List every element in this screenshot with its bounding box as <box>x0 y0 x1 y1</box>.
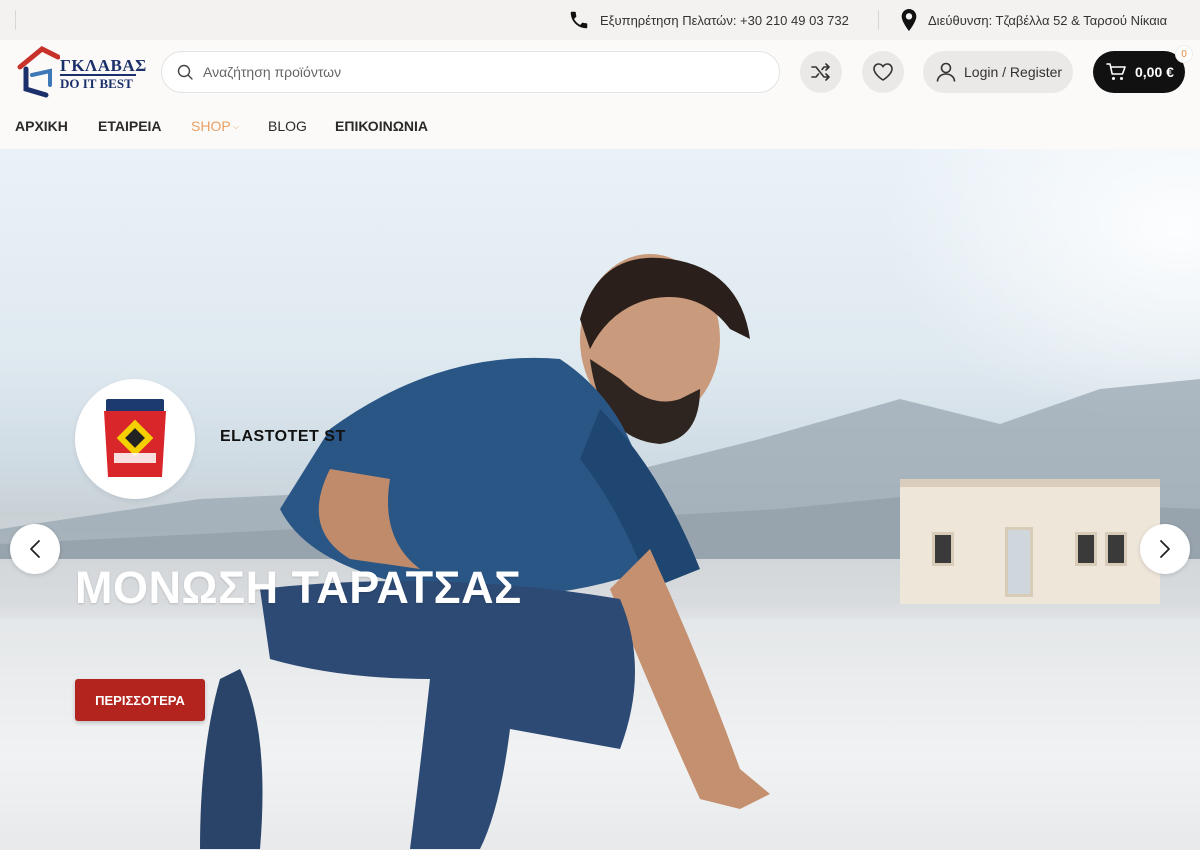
store-address: Διεύθυνση: Τζαβέλλα 52 & Ταρσού Νίκαια <box>900 0 1167 40</box>
compare-button[interactable] <box>800 51 842 93</box>
hero-slider: ELASTOTET ST ΜΟΝΩΣΗ ΤΑΡΑΤΣΑΣ ΠΕΡΙΣΣΟΤΕΡΑ <box>0 149 1200 850</box>
login-register-label: Login / Register <box>964 64 1063 80</box>
shopping-cart-icon <box>1106 63 1126 80</box>
nav-item-shop[interactable]: SHOP ⌵ <box>191 118 239 134</box>
search-bar <box>161 51 780 93</box>
product-badge-label: ELASTOTET ST <box>220 428 346 445</box>
hero-title: ΜΟΝΩΣΗ ΤΑΡΑΤΣΑΣ <box>75 562 522 613</box>
nav-item-blog[interactable]: BLOG <box>268 118 307 134</box>
house-window <box>1075 532 1097 566</box>
product-badge[interactable] <box>75 379 195 499</box>
house-door <box>1005 527 1033 597</box>
hero-house-image <box>900 479 1160 604</box>
customer-service-text: Εξυπηρέτηση Πελατών: +30 210 49 03 732 <box>600 12 849 28</box>
paint-bucket-image <box>104 399 166 477</box>
more-button[interactable]: ΠΕΡΙΣΣΟΤΕΡΑ <box>75 679 205 721</box>
address-text: Διεύθυνση: Τζαβέλλα 52 & Ταρσού Νίκαια <box>928 12 1168 28</box>
cart-button[interactable]: 0,00 € 0 <box>1093 45 1193 93</box>
customer-service-phone[interactable]: Εξυπηρέτηση Πελατών: +30 210 49 03 732 <box>568 0 849 40</box>
logo-text-primary: ΓΚΛΑΒΑΣ <box>60 56 147 75</box>
top-bar-divider <box>878 10 879 30</box>
cart-total: 0,00 € <box>1135 64 1174 80</box>
logo-text-secondary: DO IT BEST <box>60 76 133 91</box>
heart-icon <box>873 63 893 81</box>
house-window <box>932 532 954 566</box>
chevron-right-icon <box>1160 540 1170 558</box>
nav-item-shop-label: SHOP <box>191 118 231 134</box>
slider-prev-button[interactable] <box>10 524 60 574</box>
chevron-down-icon: ⌵ <box>232 122 239 132</box>
phone-icon <box>570 11 588 29</box>
site-logo[interactable]: ΓΚΛΑΒΑΣ DO IT BEST <box>16 45 146 101</box>
nav-item-company[interactable]: ΕΤΑΙΡΕΙΑ <box>98 118 162 134</box>
user-icon <box>936 62 956 82</box>
site-header: ΓΚΛΑΒΑΣ DO IT BEST Login / Register 0,00… <box>0 40 1200 110</box>
search-input[interactable] <box>203 64 743 80</box>
location-pin-icon <box>901 9 917 31</box>
top-bar-divider-left <box>15 10 16 30</box>
shuffle-compare-icon <box>811 63 830 81</box>
cart-count-badge: 0 <box>1175 45 1193 63</box>
logo-mark-icon <box>17 46 60 98</box>
hero-worker-image <box>200 254 770 849</box>
top-bar: Εξυπηρέτηση Πελατών: +30 210 49 03 732 Δ… <box>0 0 1200 40</box>
login-register-button[interactable]: Login / Register <box>923 51 1073 93</box>
nav-item-contact[interactable]: ΕΠΙΚΟΙΝΩΝΙΑ <box>335 118 428 134</box>
main-navigation: ΑΡΧΙΚΗ ΕΤΑΙΡΕΙΑ SHOP ⌵ BLOG ΕΠΙΚΟΙΝΩΝΙΑ <box>0 110 1200 149</box>
nav-item-home[interactable]: ΑΡΧΙΚΗ <box>15 118 68 134</box>
house-window <box>1105 532 1127 566</box>
chevron-left-icon <box>30 540 40 558</box>
wishlist-button[interactable] <box>862 51 904 93</box>
slider-next-button[interactable] <box>1140 524 1190 574</box>
search-icon[interactable] <box>177 64 193 80</box>
